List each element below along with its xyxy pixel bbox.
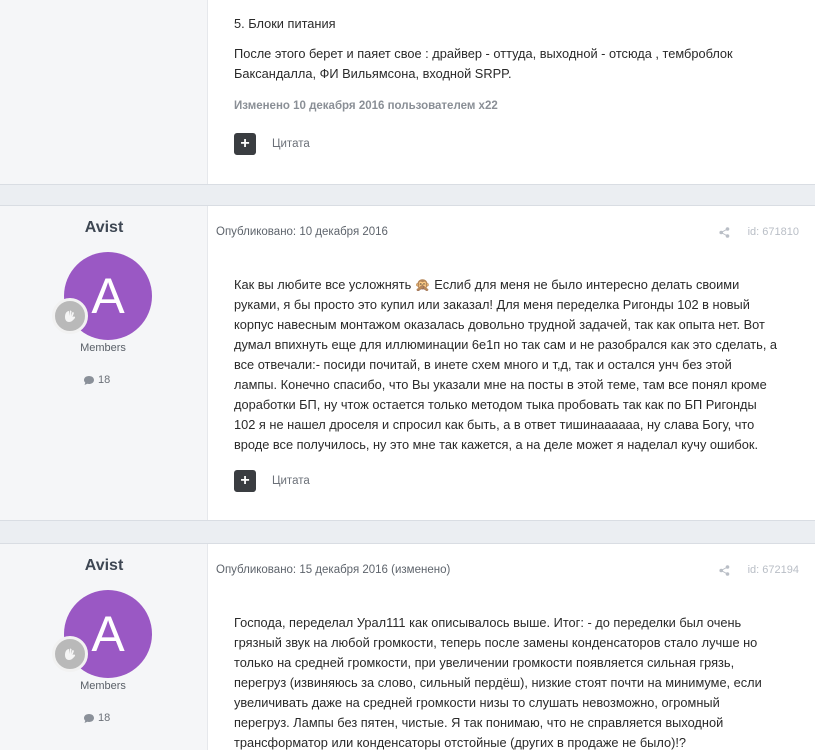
quote-row: + Цитата — [234, 133, 310, 155]
comment-bubble-icon — [83, 375, 95, 386]
list-item: 5. Блоки питания — [234, 16, 336, 31]
add-reputation-button[interactable]: + — [234, 133, 256, 155]
post-date[interactable]: Опубликовано: 15 декабря 2016 (изменено) — [216, 564, 450, 576]
author-name[interactable]: Avist — [0, 557, 208, 575]
post-line: Как вы любите все усложнять 🙊 Еслиб для … — [234, 277, 740, 292]
quote-button[interactable]: Цитата — [272, 475, 310, 487]
quote-row: + Цитата — [234, 470, 310, 492]
member-group: Members — [80, 680, 126, 692]
author-column — [0, 0, 208, 184]
author-column: Avist A Members 18 — [0, 544, 208, 750]
post-line: лампы. Конечно спасибо, что Вы указали м… — [234, 377, 767, 392]
post-line: руками, я бы просто это купил или заказа… — [234, 297, 750, 312]
post-meta: id: 671810 — [719, 226, 799, 238]
post-top: 5. Блоки питания После этого берет и пая… — [0, 0, 815, 185]
post-id[interactable]: id: 672194 — [748, 564, 799, 576]
post-672194: Avist A Members 18 Опубликовано: 15 дека… — [0, 543, 815, 750]
rank-badge-icon — [52, 636, 88, 672]
quote-button[interactable]: Цитата — [272, 138, 310, 150]
post-line: вроде все получилось, ну это мне так каж… — [234, 437, 759, 452]
share-icon[interactable] — [719, 226, 730, 238]
post-line: только на средней громкости, при увеличе… — [234, 655, 735, 670]
post-line: корпус навесным монтажом оказалась довол… — [234, 317, 765, 332]
comment-bubble-icon — [83, 713, 95, 724]
rank-badge-icon — [52, 298, 88, 334]
post-line: увеличивать даже на средней громкости ни… — [234, 695, 720, 710]
post-content: 5. Блоки питания После этого берет и пая… — [208, 0, 815, 184]
post-line: грязный звук на любой громкости, теперь … — [234, 635, 758, 650]
post-date[interactable]: Опубликовано: 10 декабря 2016 — [216, 226, 388, 238]
post-id[interactable]: id: 671810 — [748, 226, 799, 238]
post-content: Опубликовано: 15 декабря 2016 (изменено)… — [208, 544, 815, 750]
post-paragraph: После этого берет и паяет свое : драйвер… — [234, 46, 733, 81]
post-line: думал впихнуть еще для иллюминации 6е1п … — [234, 337, 778, 352]
edited-note: Изменено 10 декабря 2016 пользователем x… — [234, 100, 498, 112]
post-count: 18 — [83, 712, 110, 724]
post-line: доработки БП, ну чтож остается только ме… — [234, 397, 757, 412]
add-reputation-button[interactable]: + — [234, 470, 256, 492]
post-count-value: 18 — [98, 712, 111, 724]
post-line: 102 я не нашел дроселя и спросил как быт… — [234, 417, 755, 432]
post-line: Господа, переделал Урал111 как описывало… — [234, 615, 742, 630]
post-line: перегруз. Лампы без пятен, чистые. Я так… — [234, 715, 724, 730]
member-group: Members — [80, 342, 126, 354]
post-line: трансформатор или конденсаторы отстойные… — [234, 735, 687, 750]
post-line: все отвечали:- посиди почитай, в инете с… — [234, 357, 732, 372]
share-icon[interactable] — [719, 564, 730, 576]
post-count-value: 18 — [98, 374, 111, 386]
author-column: Avist A Members 18 — [0, 206, 208, 520]
post-line: перегруз (извиняюсь за слово, сильный пе… — [234, 675, 762, 690]
post-count: 18 — [83, 374, 110, 386]
post-671810: Avist A Members 18 Опубликовано: 10 дека… — [0, 205, 815, 521]
author-name[interactable]: Avist — [0, 219, 208, 237]
post-content: Опубликовано: 10 декабря 2016 id: 671810… — [208, 206, 815, 520]
post-meta: id: 672194 — [719, 564, 799, 576]
